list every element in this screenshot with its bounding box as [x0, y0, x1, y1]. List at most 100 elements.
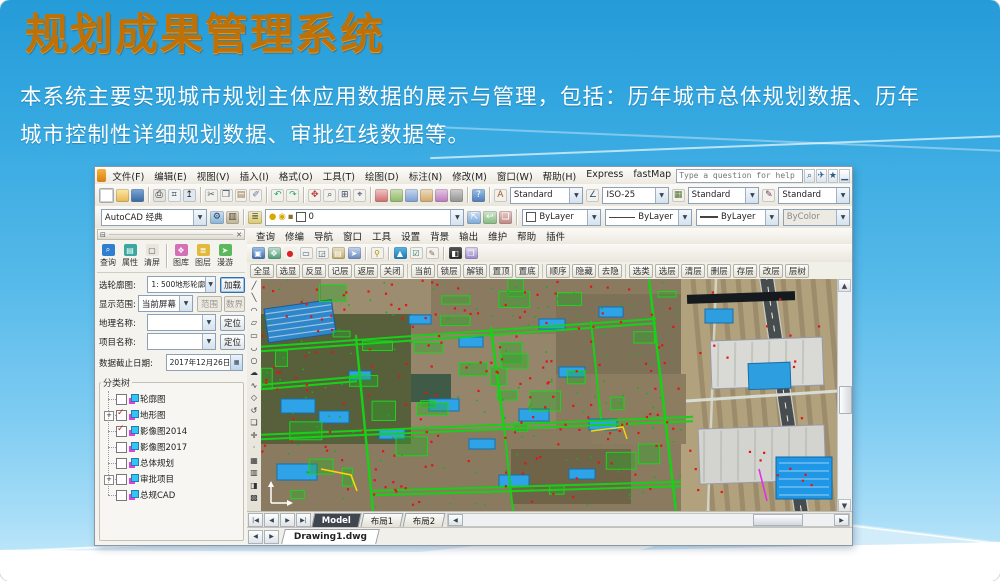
layer-button[interactable]: 锁层 — [437, 264, 461, 278]
open-icon[interactable] — [116, 189, 129, 202]
panel-collapse-icon[interactable]: ⊟ — [100, 231, 106, 239]
scroll-left-icon[interactable]: ◀ — [448, 514, 463, 526]
plot-preview-icon[interactable]: ⌗ — [168, 189, 181, 202]
layer-button[interactable]: 存层 — [733, 264, 757, 278]
fastmap-menu-item[interactable]: 设置 — [396, 229, 425, 243]
region-tool-icon[interactable]: ◨ — [248, 479, 260, 492]
help-icon[interactable]: ? — [472, 189, 485, 202]
menu-item[interactable]: 工具(T) — [318, 169, 360, 183]
layer-button[interactable]: 当前 — [411, 264, 435, 278]
menu-item[interactable]: 绘图(D) — [360, 169, 404, 183]
table-tool-icon[interactable]: ▩ — [248, 492, 260, 505]
tab-first-icon[interactable]: |◀ — [248, 513, 263, 527]
fastmap-menu-item[interactable]: 输出 — [454, 229, 483, 243]
spline-tool-icon[interactable]: ∿ — [248, 379, 260, 392]
layer-button[interactable]: 返层 — [354, 264, 378, 278]
arc3p-tool-icon[interactable]: ◡ — [248, 342, 260, 355]
tree-checkbox[interactable] — [116, 490, 127, 501]
minimize-icon[interactable]: ▁ — [839, 169, 850, 183]
menu-item[interactable]: 文件(F) — [107, 169, 149, 183]
load-button[interactable]: 加载 — [220, 277, 245, 293]
zoom-previous-icon[interactable]: ⌖ — [353, 189, 366, 202]
fastmap-menu-item[interactable]: 导航 — [309, 229, 338, 243]
tree-item[interactable]: 总体规划 — [100, 455, 243, 471]
menu-item[interactable]: 帮助(H) — [538, 169, 582, 183]
paste-icon[interactable]: ▤ — [235, 189, 248, 202]
search-icon[interactable]: ⌕ — [804, 169, 815, 183]
tree-checkbox[interactable] — [116, 410, 127, 421]
basemap-icon[interactable]: ▲ — [394, 247, 407, 259]
tool-palettes-icon[interactable] — [405, 189, 418, 202]
layer-combo[interactable]: ● ◉ ▪ 0▼ — [265, 209, 465, 226]
layer-button[interactable]: 反显 — [302, 264, 326, 278]
properties-palette-icon[interactable] — [375, 189, 388, 202]
pan-icon[interactable]: ✥ — [308, 189, 321, 202]
menu-item[interactable]: 窗口(W) — [492, 169, 538, 183]
workspace-combo[interactable]: AutoCAD 经典▼ — [101, 209, 207, 226]
mleader-style-combo[interactable]: Standard▼ — [778, 187, 850, 204]
table-style-combo[interactable]: Standard▼ — [688, 187, 760, 204]
cut-icon[interactable]: ✂ — [205, 189, 218, 202]
map-canvas[interactable] — [261, 279, 838, 512]
range-button[interactable]: 范围 — [197, 296, 222, 312]
tab-layout2[interactable]: 布局2 — [403, 513, 446, 527]
insert-tool-icon[interactable]: ✛ — [248, 429, 260, 442]
scroll-up-icon[interactable]: ▲ — [838, 279, 851, 292]
project-locate-button[interactable]: 定位 — [220, 334, 245, 350]
layer-button[interactable]: 去隐 — [598, 264, 622, 278]
ellipse-tool-icon[interactable]: ◇ — [248, 392, 260, 405]
zoom-window-icon[interactable]: ⊞ — [338, 189, 351, 202]
layer-button[interactable]: 选层 — [655, 264, 679, 278]
fastmap-menu-item[interactable]: 帮助 — [512, 229, 541, 243]
report-icon[interactable]: ▤ — [332, 247, 345, 259]
markup-icon[interactable] — [435, 189, 448, 202]
polygon-tool-icon[interactable]: ▱ — [248, 317, 260, 330]
geo-name-combo[interactable]: ▼ — [147, 314, 216, 331]
menu-item[interactable]: 插入(I) — [235, 169, 274, 183]
layer-button[interactable]: 选类 — [629, 264, 653, 278]
polyline-tool-icon[interactable]: ╲ — [248, 292, 260, 305]
fastmap-menu-item[interactable]: 维护 — [483, 229, 512, 243]
layer-button[interactable]: 删层 — [707, 264, 731, 278]
vertical-scrollbar[interactable]: ▲ ▼ — [837, 279, 852, 512]
walkthrough-icon[interactable]: ➤ — [348, 247, 361, 259]
menu-item[interactable]: 视图(V) — [192, 169, 235, 183]
block-tool-icon[interactable]: ❏ — [248, 417, 260, 430]
display-range-combo[interactable]: 当前屏幕▼ — [138, 295, 193, 312]
tree-checkbox[interactable] — [116, 442, 127, 453]
layer-button[interactable]: 置顶 — [489, 264, 513, 278]
tab-layout1[interactable]: 布局1 — [361, 513, 404, 527]
undo-icon[interactable]: ↶ — [271, 189, 284, 202]
panel-tool-roam[interactable]: ➤漫游 — [214, 241, 236, 271]
designcenter-icon[interactable] — [390, 189, 403, 202]
geo-locate-button[interactable]: 定位 — [220, 315, 245, 331]
tab-drawing1[interactable]: Drawing1.dwg — [281, 529, 380, 544]
plot-icon[interactable]: ⎙ — [153, 189, 166, 202]
menu-item[interactable]: Express — [581, 169, 628, 183]
project-name-combo[interactable]: ▼ — [147, 333, 216, 350]
night-mode-icon[interactable]: ◧ — [449, 247, 462, 259]
redo-icon[interactable]: ↷ — [286, 189, 299, 202]
layer-button[interactable]: 关闭 — [380, 264, 404, 278]
vertical-scroll-thumb[interactable] — [839, 386, 852, 414]
menu-item[interactable]: 标注(N) — [404, 169, 448, 183]
panel-tool-clear[interactable]: ▢清屏 — [141, 241, 163, 271]
tree-checkbox[interactable] — [116, 474, 127, 485]
layer-button[interactable]: 层树 — [785, 264, 809, 278]
zoom-extents-icon[interactable]: ◲ — [316, 247, 329, 259]
publish-icon[interactable]: ↥ — [183, 189, 196, 202]
workspace-save-icon[interactable]: ▥ — [226, 211, 240, 224]
point-tool-icon[interactable]: · — [248, 442, 260, 455]
save-icon[interactable] — [131, 189, 144, 202]
color-combo[interactable]: ByLayer▼ — [522, 209, 601, 226]
fastmap-menu-item[interactable]: 工具 — [367, 229, 396, 243]
fastmap-menu-item[interactable]: 查询 — [251, 229, 280, 243]
circle-tool-icon[interactable]: ○ — [248, 354, 260, 367]
layer-button[interactable]: 选显 — [276, 264, 300, 278]
tab-prev-icon[interactable]: ◀ — [264, 513, 279, 527]
map-query-icon[interactable]: ▣ — [252, 247, 265, 259]
quickcalc-icon[interactable] — [450, 189, 463, 202]
tab-model[interactable]: Model — [312, 513, 362, 527]
menu-item[interactable]: 修改(M) — [447, 169, 492, 183]
linetype-combo[interactable]: ByLayer▼ — [605, 209, 692, 226]
